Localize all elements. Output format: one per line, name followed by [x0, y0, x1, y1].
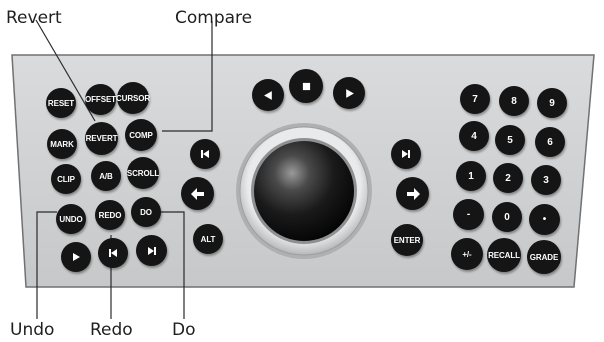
play-icon	[73, 253, 80, 261]
play-left-icon	[263, 90, 272, 100]
arrow-right-icon	[406, 187, 420, 200]
key-1[interactable]: 1	[456, 161, 486, 191]
cursor-button[interactable]: CURSOR	[116, 82, 150, 114]
dot-button[interactable]: •	[529, 204, 560, 235]
grade-button[interactable]: GRADE	[527, 240, 561, 274]
revert-button[interactable]: REVERT	[85, 122, 118, 155]
skip-previous-button[interactable]	[98, 238, 128, 268]
mark-button[interactable]: MARK	[47, 129, 77, 159]
key-5[interactable]: 5	[495, 125, 525, 155]
key-8[interactable]: 8	[499, 86, 529, 116]
comp-button[interactable]: COMP	[125, 119, 157, 151]
do-button[interactable]: DO	[131, 197, 161, 227]
key-7[interactable]: 7	[460, 84, 490, 114]
trackball[interactable]	[254, 141, 354, 241]
clip-button[interactable]: CLIP	[51, 164, 81, 194]
offset-button[interactable]: OFFSET	[85, 84, 116, 115]
key-4[interactable]: 4	[459, 121, 489, 151]
control-panel-diagram: Revert Compare Undo Redo Do RESET OFFSET…	[0, 0, 604, 342]
skip-next-icon	[402, 150, 410, 158]
callout-compare: Compare	[175, 8, 253, 28]
skip-previous-icon	[201, 150, 209, 158]
alt-button[interactable]: ALT	[193, 224, 223, 254]
minus-button[interactable]: -	[453, 199, 484, 230]
key-2[interactable]: 2	[493, 163, 523, 193]
recall-button[interactable]: RECALL	[487, 238, 521, 272]
undo-button[interactable]: UNDO	[56, 204, 86, 234]
callout-undo: Undo	[10, 320, 55, 340]
callout-do: Do	[172, 320, 196, 340]
left-arrow-button[interactable]	[181, 177, 214, 210]
enter-button[interactable]: ENTER	[391, 224, 423, 256]
skip-next-icon	[147, 246, 156, 255]
skip-previous-icon	[109, 249, 117, 257]
ab-button[interactable]: A/B	[91, 161, 121, 191]
stop-icon	[302, 82, 310, 90]
reset-button[interactable]: RESET	[46, 88, 76, 118]
key-9[interactable]: 9	[537, 88, 567, 118]
redo-button[interactable]: REDO	[95, 200, 125, 230]
skip-next-button[interactable]	[136, 235, 167, 266]
key-6[interactable]: 6	[535, 127, 565, 157]
transport-right-button[interactable]	[333, 77, 365, 109]
arrow-left-icon	[190, 187, 204, 200]
right-skip-next-button[interactable]	[391, 139, 421, 169]
play-button[interactable]	[61, 242, 91, 272]
stop-button[interactable]	[289, 69, 323, 103]
scroll-button[interactable]: SCROLL	[127, 157, 159, 189]
key-3[interactable]: 3	[531, 165, 561, 195]
play-right-icon	[345, 88, 354, 98]
left-skip-previous-button[interactable]	[190, 139, 220, 169]
plus-minus-button[interactable]: +/-	[451, 238, 483, 270]
transport-left-button[interactable]	[252, 79, 284, 111]
callout-revert: Revert	[6, 8, 62, 28]
key-0[interactable]: 0	[492, 202, 522, 232]
right-arrow-button[interactable]	[396, 177, 429, 210]
callout-redo: Redo	[90, 320, 133, 340]
